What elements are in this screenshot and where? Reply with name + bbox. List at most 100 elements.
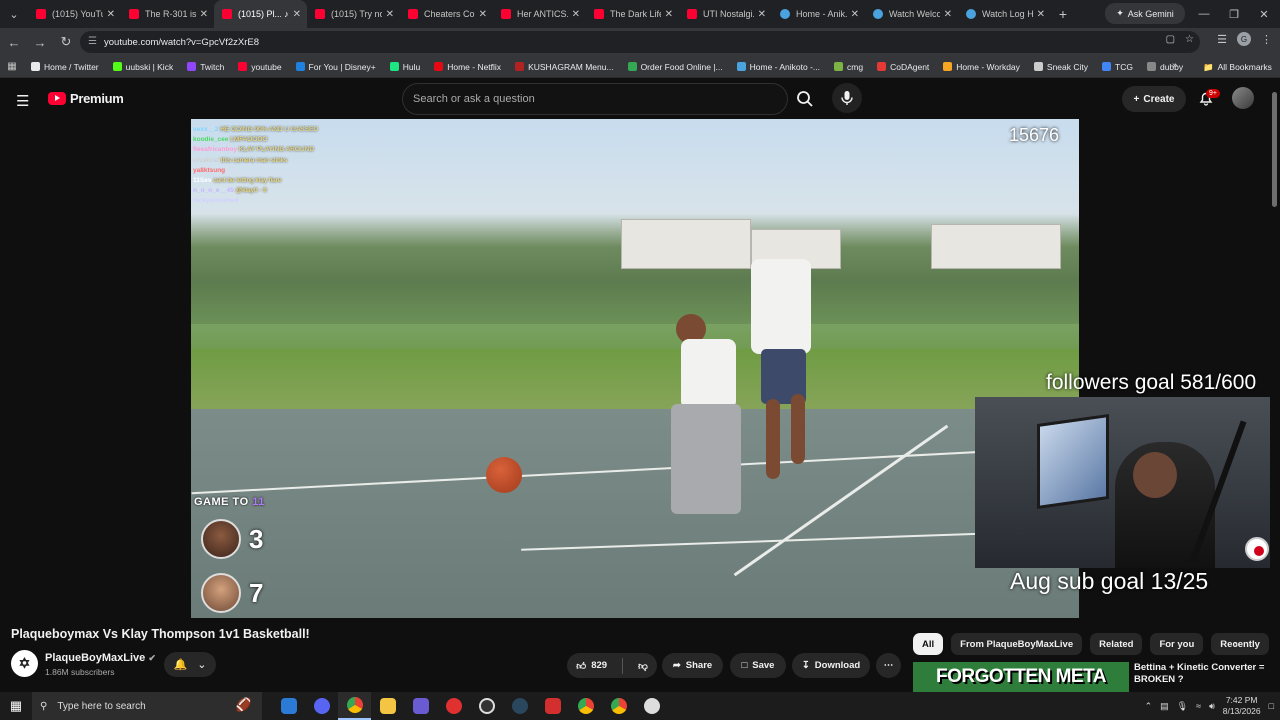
close-window-icon[interactable]: ✕ <box>1248 0 1280 28</box>
account-avatar[interactable] <box>1232 87 1254 109</box>
windows-start-icon[interactable]: ▦ <box>0 692 32 720</box>
save-button[interactable]: □ Save <box>730 653 786 678</box>
bookmark-item[interactable]: Order Food Online |... <box>621 62 730 72</box>
address-bar[interactable]: ☰ youtube.com/watch?v=GpcVf2zXrE8 ▢ ☆ <box>80 31 1200 53</box>
close-tab-icon[interactable]: ✕ <box>293 9 301 20</box>
bookmark-item[interactable]: Twitch <box>180 62 231 72</box>
forward-icon[interactable]: → <box>28 30 52 54</box>
bookmark-item[interactable]: Sneak City <box>1027 62 1095 72</box>
share-button[interactable]: ➦ Share <box>662 653 723 678</box>
network-icon[interactable]: ▤ <box>1160 701 1169 712</box>
close-tab-icon[interactable]: ✕ <box>479 9 487 20</box>
channel-name[interactable]: PlaqueBoyMaxLive ✔ <box>45 652 156 664</box>
hamburger-menu-icon[interactable]: ☰ <box>16 92 29 110</box>
all-bookmarks-button[interactable]: 📁 All Bookmarks <box>1203 56 1272 78</box>
video-player[interactable]: vexx__2 HE GOING 90% AND U GASSED koodie_… <box>191 119 1079 618</box>
voice-search-button[interactable] <box>832 83 862 113</box>
close-tab-icon[interactable]: ✕ <box>758 9 766 20</box>
close-tab-icon[interactable]: ✕ <box>944 9 952 20</box>
close-tab-icon[interactable]: ✕ <box>572 9 580 20</box>
clock-app-icon[interactable] <box>635 692 668 720</box>
tab-audio-icon[interactable]: ♪ <box>284 9 289 19</box>
new-tab-button[interactable]: + <box>1051 6 1075 22</box>
subscribed-button[interactable]: 🔔 ⌄ <box>164 652 216 677</box>
discord-icon[interactable] <box>305 692 338 720</box>
recommended-video-title[interactable]: Bettina + Kinetic Converter = BROKEN ? <box>1134 662 1269 686</box>
filter-chip[interactable]: Recently <box>1211 633 1269 655</box>
create-button[interactable]: + Create <box>1122 86 1186 112</box>
browser-tab[interactable]: Watch Log H... ✕ <box>958 0 1051 28</box>
bookmark-item[interactable]: youtube <box>231 62 288 72</box>
bookmark-item[interactable]: cmg <box>827 62 870 72</box>
back-icon[interactable]: ← <box>2 30 26 54</box>
wifi-icon[interactable]: ≈ <box>1196 701 1201 711</box>
media-controls-icon[interactable]: ☰ <box>1217 33 1227 46</box>
dislike-button[interactable]: 👎︎ <box>638 660 648 672</box>
chrome-icon[interactable] <box>338 692 371 720</box>
close-tab-icon[interactable]: ✕ <box>851 9 859 20</box>
chrome-profile-icon[interactable] <box>569 692 602 720</box>
bookmark-star-icon[interactable]: ☆ <box>1185 34 1194 45</box>
close-tab-icon[interactable]: ✕ <box>665 9 673 20</box>
close-tab-icon[interactable]: ✕ <box>1037 9 1045 20</box>
taskbar-search-box[interactable]: ⚲ Type here to search 🏈 <box>32 692 262 720</box>
close-tab-icon[interactable]: ✕ <box>386 9 394 20</box>
browser-tab[interactable]: UTI Nostalgi... ✕ <box>679 0 772 28</box>
browser-tab[interactable]: Home - Anik... ✕ <box>772 0 865 28</box>
filter-chip[interactable]: For you <box>1150 633 1204 655</box>
search-input[interactable]: Search or ask a question <box>402 83 788 115</box>
chrome-profile-icon[interactable] <box>602 692 635 720</box>
bookmark-item[interactable]: Home - Netflix <box>427 62 508 72</box>
profile-avatar-icon[interactable]: G <box>1237 32 1251 46</box>
filter-chip[interactable]: Related <box>1090 633 1143 655</box>
filter-chip[interactable]: All <box>913 633 944 655</box>
reload-icon[interactable]: ↻ <box>54 30 78 54</box>
browser-tab[interactable]: Watch Welco... ✕ <box>865 0 958 28</box>
minimize-icon[interactable]: — <box>1188 0 1220 28</box>
channel-avatar[interactable]: ✡ <box>11 650 38 677</box>
tray-chevron-icon[interactable]: ⌃ <box>1145 701 1153 712</box>
bookmark-item[interactable]: dubby <box>1140 62 1190 72</box>
chevron-right-icon[interactable]: › <box>1234 637 1238 651</box>
more-bookmarks-chevron-icon[interactable]: » <box>1172 60 1178 71</box>
site-info-icon[interactable]: ☰ <box>88 36 97 47</box>
tab-search-chevron-icon[interactable]: ⌄ <box>0 0 28 28</box>
taskbar-clock[interactable]: 7:42 PM 8/13/2026 <box>1223 695 1261 717</box>
search-button[interactable] <box>790 87 820 111</box>
install-app-icon[interactable]: ▢ <box>1166 34 1175 45</box>
adobe-icon[interactable] <box>536 692 569 720</box>
file-explorer-icon[interactable] <box>371 692 404 720</box>
browser-tab[interactable]: Cheaters Co... ✕ <box>400 0 493 28</box>
ask-gemini-button[interactable]: ✦ Ask Gemini <box>1105 3 1185 24</box>
steam-icon[interactable] <box>503 692 536 720</box>
browser-tab[interactable]: (1015) YouTube ✕ <box>28 0 121 28</box>
like-button[interactable]: 👍︎ 829 <box>576 660 607 672</box>
apps-grid-icon[interactable]: ▦ <box>0 61 24 72</box>
obs-icon[interactable] <box>470 692 503 720</box>
bookmark-item[interactable]: Home - Workday <box>936 62 1027 72</box>
download-button[interactable]: ↧ Download <box>792 653 870 678</box>
media-player-icon[interactable] <box>437 692 470 720</box>
more-actions-button[interactable]: ⋯ <box>876 653 901 678</box>
bookmark-item[interactable]: uubski | Kick <box>106 62 181 72</box>
close-tab-icon[interactable]: ✕ <box>107 9 115 20</box>
bookmark-item[interactable]: For You | Disney+ <box>289 62 383 72</box>
bookmark-item[interactable]: Home - Anikoto -... <box>730 62 827 72</box>
chrome-menu-icon[interactable]: ⋮ <box>1261 33 1272 46</box>
volume-icon[interactable]: 🔊︎ <box>1209 701 1215 712</box>
bookmark-item[interactable]: KUSHAGRAM Menu... <box>508 62 621 72</box>
close-tab-icon[interactable]: ✕ <box>200 9 208 20</box>
browser-tab[interactable]: (1015) Try no... ✕ <box>307 0 400 28</box>
browser-tab[interactable]: The Dark Life... ✕ <box>586 0 679 28</box>
bookmark-item[interactable]: TCG <box>1095 62 1140 72</box>
scrollbar-thumb[interactable] <box>1272 92 1277 207</box>
restore-icon[interactable]: ❐ <box>1218 0 1250 28</box>
bookmark-item[interactable]: Home / Twitter <box>24 62 106 72</box>
browser-tab[interactable]: Her ANTICS... ✕ <box>493 0 586 28</box>
browser-tab[interactable]: The R-301 is... ✕ <box>121 0 214 28</box>
recommended-video-thumbnail[interactable]: FORGOTTEN META <box>913 662 1129 692</box>
game-controller-icon[interactable] <box>404 692 437 720</box>
youtube-logo[interactable]: Premium <box>48 91 124 106</box>
microphone-icon[interactable]: 🎙︎ <box>1177 701 1188 712</box>
bookmark-item[interactable]: CoDAgent <box>870 62 936 72</box>
